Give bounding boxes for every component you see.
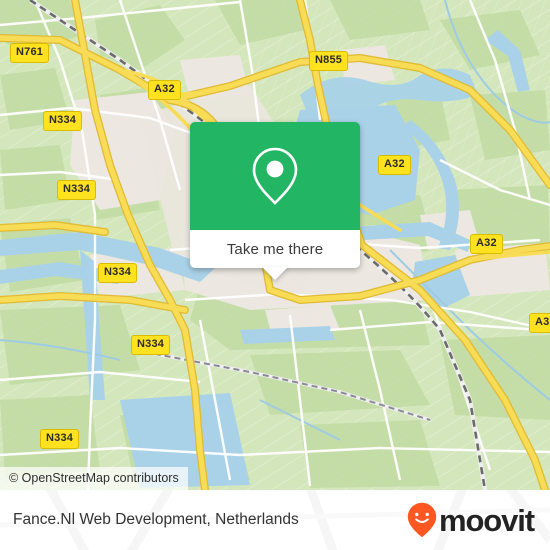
road-shield-a32: A32 xyxy=(470,234,503,254)
moovit-pin-icon xyxy=(407,502,437,538)
callout-action-bar[interactable]: Take me there xyxy=(190,230,360,280)
road-shield-n334: N334 xyxy=(131,335,171,355)
road-shield-n761: N761 xyxy=(10,43,50,63)
footer-bar: Fance.Nl Web Development, Netherlands mo… xyxy=(0,490,550,550)
road-shield-n334: N334 xyxy=(40,429,80,449)
moovit-map-page: N761 A32 N855 N334 A32 N334 A32 N334 N334 A32 N334… xyxy=(0,0,550,550)
callout-image-area xyxy=(190,122,360,230)
road-shield-a32: A32 xyxy=(529,313,550,333)
moovit-logo[interactable]: moovit xyxy=(407,490,535,550)
road-shield-n855: N855 xyxy=(309,51,349,71)
osm-attribution[interactable]: © OpenStreetMap contributors xyxy=(0,467,188,490)
destination-callout[interactable]: Take me there xyxy=(190,122,360,280)
road-shield-a32: A32 xyxy=(148,80,181,100)
place-name-label: Fance.Nl Web Development, Netherlands xyxy=(13,511,299,528)
road-shield-n334: N334 xyxy=(43,111,83,131)
take-me-there-label: Take me there xyxy=(226,240,324,258)
callout-pointer xyxy=(262,267,288,280)
map-canvas[interactable]: N761 A32 N855 N334 A32 N334 A32 N334 N334 A32 N334… xyxy=(0,0,550,490)
road-shield-n334: N334 xyxy=(98,263,138,283)
map-pin-icon xyxy=(252,147,298,205)
road-shield-n334: N334 xyxy=(57,180,97,200)
moovit-wordmark: moovit xyxy=(438,502,535,538)
road-shield-a32: A32 xyxy=(378,155,411,175)
